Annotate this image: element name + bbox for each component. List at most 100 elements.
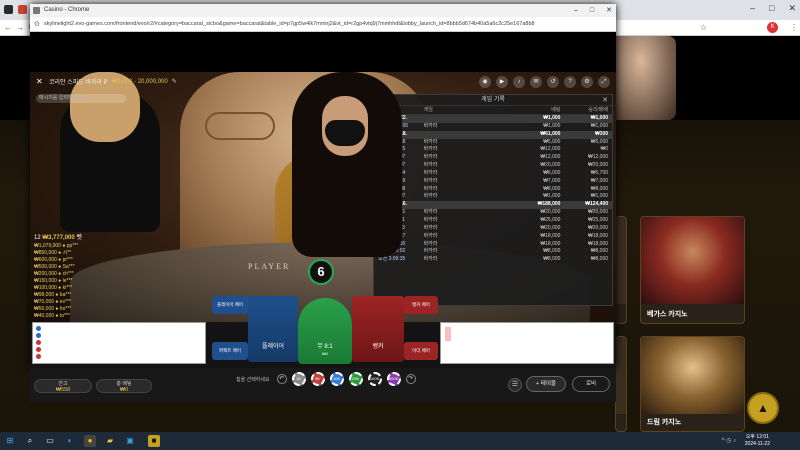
- help-icon[interactable]: ?: [564, 76, 576, 88]
- limit-info-icon[interactable]: ✎: [172, 78, 177, 85]
- taskbar-clock[interactable]: 오후 12:01 2024-11-22: [745, 434, 770, 448]
- history-row[interactable]: 오전 12:50:05바카라₩1,000₩1,000: [374, 123, 612, 131]
- history-date-row: 2024. 11. 18.₩61,000₩300: [374, 130, 612, 139]
- scroll-to-top-button[interactable]: ▲: [747, 392, 779, 424]
- history-row[interactable]: 오전 3:09:35 바카라 ₩8,000 ₩8,000: [374, 256, 612, 264]
- history-bet: ₩25,000: [540, 216, 561, 223]
- history-row[interactable]: 오전 7:48:07바카라₩12,000₩12,000: [374, 154, 612, 162]
- big-road-scoreboard[interactable]: [440, 322, 614, 364]
- store-icon[interactable]: ▣: [124, 435, 136, 447]
- game-card-partial[interactable]: [615, 336, 627, 432]
- clock-time: 오후 12:01: [745, 434, 769, 440]
- history-bet: ₩5,000: [543, 138, 561, 145]
- bead-road-scoreboard[interactable]: [32, 322, 206, 364]
- chip-5k[interactable]: 5K: [310, 372, 325, 386]
- banker-pair-bet[interactable]: 뱅커 페어: [404, 296, 438, 314]
- history-row[interactable]: 오전 7:48:07바카라₩20,000₩20,000: [374, 162, 612, 170]
- chat-icon[interactable]: ✉: [530, 76, 542, 88]
- popup-url-bar[interactable]: ⊙ skylinelight2.evo-games.com/frontend/e…: [30, 17, 616, 32]
- chip-500k[interactable]: 500K: [386, 372, 401, 386]
- volume-icon[interactable]: ♪: [513, 76, 525, 88]
- history-row[interactable]: 오전 7:49:18바카라₩5,000₩5,000: [374, 139, 612, 147]
- chip-25k[interactable]: 25K: [348, 372, 363, 386]
- game-card[interactable]: 베가스 카지노: [640, 216, 745, 324]
- history-header-row: 날짜 게임 베팅 승리/패배: [374, 106, 612, 115]
- chip-1k[interactable]: 1K: [291, 372, 306, 386]
- camera-icon[interactable]: ◉: [479, 76, 491, 88]
- player-bet-spot[interactable]: 플레이어: [248, 296, 298, 362]
- total-bet-value: ₩0: [119, 387, 129, 393]
- popup-maximize-button[interactable]: □: [590, 4, 594, 17]
- site-info-icon[interactable]: ⊙: [34, 17, 40, 31]
- chip-10k[interactable]: 10K: [329, 372, 344, 386]
- system-tray[interactable]: ^ ◷ ♪: [722, 437, 736, 444]
- popup-minimize-button[interactable]: –: [574, 4, 578, 17]
- history-row[interactable]: 오전 3:12:11바카라₩25,000₩25,000: [374, 217, 612, 225]
- edge-icon[interactable]: ◐: [64, 435, 76, 447]
- bet-row: ₩1,079,000 ● pp***: [34, 243, 79, 249]
- history-row[interactable]: 오전 3:13:21바카라₩20,000₩20,000: [374, 209, 612, 217]
- close-button[interactable]: ✕: [788, 3, 796, 14]
- outer-tab-favicon[interactable]: [4, 5, 13, 14]
- history-row[interactable]: 오전 7:46:08바카라₩8,000₩8,000: [374, 186, 612, 194]
- history-row[interactable]: 오전 7:47:19바카라₩7,000₩7,000: [374, 178, 612, 186]
- minimize-button[interactable]: –: [750, 3, 755, 14]
- chrome-icon[interactable]: ●: [84, 435, 96, 447]
- history-bet: ₩1,000: [543, 122, 561, 129]
- video-icon[interactable]: ▶: [496, 76, 508, 88]
- bet-row: ₩850,000 ● 시**: [34, 250, 72, 256]
- col-bet: 베팅: [551, 107, 561, 113]
- lobby-button[interactable]: 로비: [572, 376, 610, 392]
- task-view-icon[interactable]: ▭: [44, 435, 56, 447]
- undo-icon[interactable]: ↶: [276, 374, 287, 384]
- game-card[interactable]: 드림 카지노: [640, 336, 745, 432]
- history-result: ₩5,000: [590, 138, 609, 145]
- history-close-icon[interactable]: ✕: [602, 95, 608, 106]
- history-icon[interactable]: ↺: [547, 76, 559, 88]
- live-baccarat-game: PLAYER 6 ✕ 코리안 스피드 바카라 P ₩1,000 - 20,000…: [30, 72, 616, 368]
- chip-100k[interactable]: 100K: [367, 372, 382, 386]
- back-icon[interactable]: ←: [4, 23, 12, 32]
- search-icon[interactable]: ⌕: [24, 435, 36, 447]
- redo-icon[interactable]: ↷: [405, 374, 416, 384]
- player-pair-bet[interactable]: 플레이어 페어: [212, 296, 248, 314]
- add-table-button[interactable]: + 테이블: [526, 376, 566, 392]
- history-row[interactable]: 오전 3:10:47바카라₩18,000₩18,000: [374, 233, 612, 241]
- popup-close-button[interactable]: ✕: [606, 4, 612, 17]
- banker-bet-spot[interactable]: 뱅커: [352, 296, 404, 362]
- history-row[interactable]: 오전 3:11:23바카라₩20,000₩20,000: [374, 225, 612, 233]
- forward-icon[interactable]: →: [16, 23, 24, 32]
- either-pair-bet[interactable]: 이더 페어: [404, 342, 438, 360]
- menu-icon[interactable]: ⋮: [790, 23, 798, 32]
- game-bottom-bar: 잔고 ₩558 총 베팅 ₩0 칩을 선택하세요 ↶ 1K 5K 10K 25K…: [30, 368, 616, 402]
- outer-tab-favicon-2[interactable]: [18, 5, 27, 14]
- history-row[interactable]: 오전 7:45:07바카라₩1,000₩1,000: [374, 193, 612, 201]
- maximize-button[interactable]: □: [769, 3, 774, 14]
- countdown-timer: 6: [308, 259, 334, 285]
- close-game-icon[interactable]: ✕: [36, 77, 45, 86]
- game-menu-icon[interactable]: ☰: [508, 378, 522, 392]
- settings-icon[interactable]: ⚙: [581, 76, 593, 88]
- profile-avatar[interactable]: K: [767, 22, 778, 33]
- star-icon[interactable]: ☆: [700, 23, 707, 32]
- bets-count: 12: [34, 235, 41, 241]
- perfect-pair-bet[interactable]: 퍼펙트 페어: [212, 342, 248, 360]
- game-card-partial[interactable]: [615, 216, 627, 324]
- history-row[interactable]: 오전 7:49:15바카라₩12,000₩0: [374, 146, 612, 154]
- popup-url[interactable]: skylinelight2.evo-games.com/frontend/evo…: [44, 21, 535, 27]
- app-icon[interactable]: ■: [148, 435, 160, 447]
- history-title: 게임 기록 ✕: [374, 95, 612, 106]
- folder-icon[interactable]: ▰: [104, 435, 116, 447]
- history-row[interactable]: 오전 3:10:02바카라₩8,000₩8,000: [374, 248, 612, 256]
- start-icon[interactable]: ⊞: [4, 435, 16, 447]
- tie-bet-spot[interactable]: 무 8:1 ₩0: [298, 298, 352, 364]
- fullscreen-icon[interactable]: ⤢: [598, 76, 610, 88]
- history-row[interactable]: 오전 7:47:44바카라₩6,000₩5,700: [374, 170, 612, 178]
- chat-input[interactable]: 메시지를 입력해 주세요: [36, 94, 126, 103]
- history-result: ₩25,000: [588, 216, 609, 223]
- bet-row: ₩70,000 ● ev***: [34, 299, 71, 305]
- bet-row: ₩600,000 ● pr***: [34, 257, 73, 263]
- history-row[interactable]: 오전 3:10:30바카라₩18,000₩18,000: [374, 241, 612, 249]
- chip-selector: 칩을 선택하세요 ↶ 1K 5K 10K 25K 100K 500K ↷: [236, 372, 416, 386]
- history-bet: ₩20,000: [540, 224, 561, 231]
